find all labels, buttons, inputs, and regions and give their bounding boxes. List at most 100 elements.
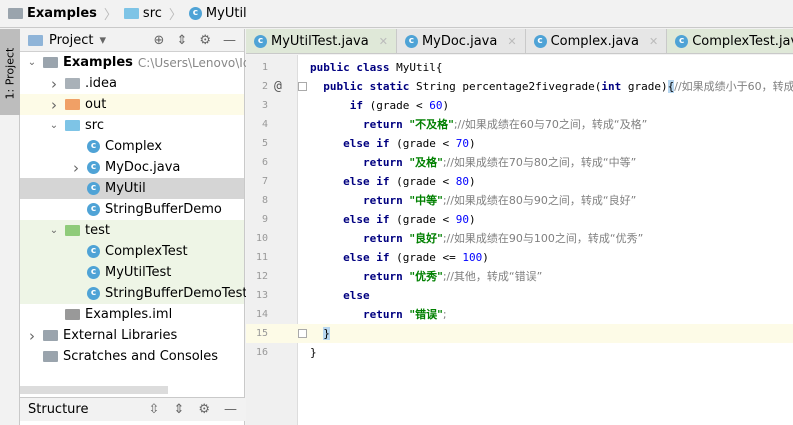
tool-window-strip: 1: Project (0, 29, 20, 425)
line-number: 8 (261, 195, 268, 206)
collapse-all-icon[interactable]: ⇕ (173, 402, 184, 417)
breadcrumb-project[interactable]: Examples (27, 6, 97, 21)
tab-label: MyDoc.java (421, 33, 498, 49)
tree-item-label: MyUtilTest (105, 265, 172, 280)
line-number: 6 (261, 157, 268, 168)
tab-complex[interactable]: c Complex.java ✕ (525, 29, 668, 53)
library-icon (43, 330, 58, 341)
fold-marker-icon[interactable] (298, 329, 307, 338)
close-icon[interactable]: ✕ (379, 35, 388, 48)
minimize-icon[interactable]: — (224, 402, 237, 417)
tree-item[interactable]: ⌄ Examples C:\Users\Lenovo\Ide (20, 52, 258, 73)
code-line: 8 return "中等";//如果成绩在80与90之间，转成“良好” (246, 191, 793, 210)
class-icon: c (87, 182, 100, 195)
code-token: < (442, 213, 450, 226)
chevron-down-icon[interactable]: ⌄ (26, 57, 38, 68)
chevron-down-icon[interactable]: ⌄ (48, 120, 60, 131)
project-view-icon (28, 34, 43, 46)
tab-label: Complex.java (550, 33, 639, 49)
code-line: 7 else if (grade < 80) (246, 172, 793, 191)
line-number: 15 (255, 328, 268, 339)
class-icon: c (87, 140, 100, 153)
code-token: <= (442, 251, 456, 264)
chevron-right-icon[interactable]: › (48, 96, 60, 114)
tree-item[interactable]: c StringBufferDemo (20, 199, 244, 220)
tree-item[interactable]: c StringBufferDemoTest (20, 283, 248, 304)
code-token: //如果成绩小于60，转成“ (674, 80, 793, 93)
tree-item[interactable]: Scratches and Consoles (20, 346, 244, 367)
chevron-right-icon[interactable]: › (26, 327, 38, 345)
line-number: 12 (255, 271, 268, 282)
tab-label: MyUtilTest.java (271, 33, 369, 49)
locate-icon[interactable]: ⊕ (154, 33, 165, 48)
tree-item[interactable]: › .idea (20, 73, 244, 94)
code-line: 2 @ public static String percentage2fiveg… (246, 77, 793, 96)
project-tool-tab[interactable]: 1: Project (0, 29, 20, 115)
tree-item-label: Complex (105, 139, 163, 154)
tree-item[interactable]: c MyUtil (20, 178, 244, 199)
gear-icon[interactable]: ⚙ (199, 33, 211, 48)
collapse-all-icon[interactable]: ⇕ (176, 33, 187, 48)
expand-all-icon[interactable]: ⇳ (149, 402, 160, 417)
tree-item-label: src (85, 118, 104, 133)
override-marker-icon[interactable]: @ (274, 77, 282, 96)
module-icon (43, 57, 58, 68)
tree-item[interactable]: ⌄ src (20, 115, 244, 136)
project-panel: Project ▾ ⊕ ⇕ ⚙ — ⌄ Examples C:\Users\Leno… (20, 29, 258, 425)
tree-item[interactable]: c ComplexTest (20, 241, 244, 262)
tab-label: ComplexTest.java (692, 33, 793, 49)
test-class-icon: c (87, 245, 100, 258)
code-line: 9 else if (grade < 90) (246, 210, 793, 229)
tree-item[interactable]: › out (20, 94, 244, 115)
minimize-icon[interactable]: — (223, 33, 236, 48)
code-token: 70 (455, 137, 469, 150)
chevron-down-icon[interactable]: ▾ (99, 33, 106, 48)
tree-item-label: StringBufferDemo (105, 202, 222, 217)
test-class-icon: c (254, 34, 267, 48)
code-line: 14 return "错误"; (246, 305, 793, 324)
breadcrumb-src[interactable]: src (143, 6, 162, 21)
line-number: 13 (255, 290, 268, 301)
code-editor[interactable]: 1 public class MyUtil{2 @ public static St… (246, 55, 793, 425)
code-line: 16} (246, 343, 793, 362)
close-icon[interactable]: ✕ (507, 35, 516, 48)
tree-item[interactable]: Examples.iml (20, 304, 244, 325)
tab-mydoc[interactable]: c MyDoc.java ✕ (396, 29, 526, 53)
tree-item-label: Examples (63, 55, 133, 70)
line-number: 2 (261, 81, 268, 92)
tab-complextest[interactable]: cComplexTest.java✕ (667, 29, 793, 53)
tree-item-label: test (85, 223, 110, 238)
chevron-down-icon[interactable]: ⌄ (48, 225, 60, 236)
breadcrumb: Examples 〉 src 〉 c MyUtil (0, 0, 793, 28)
fold-marker-icon[interactable] (298, 82, 307, 91)
tab-myutiltest[interactable]: c MyUtilTest.java ✕ (246, 29, 397, 53)
file-icon (65, 309, 80, 320)
code-token: 90 (455, 213, 469, 226)
tree-item-label: StringBufferDemoTest (105, 286, 248, 301)
tree-item-label: MyDoc.java (105, 160, 181, 175)
code-token: "不及格" (409, 118, 454, 131)
tree-item[interactable]: › c MyDoc.java (20, 157, 244, 178)
line-number: 11 (255, 252, 268, 263)
code-token: MyUtil{ (396, 61, 443, 74)
tree-item[interactable]: ⌄ test (20, 220, 244, 241)
code-token: ;//其他，转成“错误” (442, 270, 543, 283)
code-token: grade) (621, 80, 668, 93)
tree-item[interactable]: c Complex (20, 136, 244, 157)
horizontal-scrollbar[interactable] (20, 386, 168, 394)
code-token: ;//如果成绩在60与70之间，转成“及格” (453, 118, 648, 131)
chevron-right-icon[interactable]: › (70, 159, 82, 177)
code-line: 11 else if (grade <= 100) (246, 248, 793, 267)
folder-orange-icon (65, 99, 80, 110)
code-token: < (442, 175, 450, 188)
tree-item[interactable]: › External Libraries (20, 325, 244, 346)
tree-item[interactable]: c MyUtilTest (20, 262, 244, 283)
chevron-right-icon[interactable]: › (48, 75, 60, 93)
breadcrumb-class[interactable]: MyUtil (206, 6, 247, 21)
code-line: 5 else if (grade < 70) (246, 134, 793, 153)
project-view-selector[interactable]: Project (49, 33, 93, 48)
line-number: 14 (255, 309, 268, 320)
tree-item-label: Scratches and Consoles (63, 349, 219, 364)
gear-icon[interactable]: ⚙ (198, 402, 210, 417)
close-icon[interactable]: ✕ (649, 35, 658, 48)
